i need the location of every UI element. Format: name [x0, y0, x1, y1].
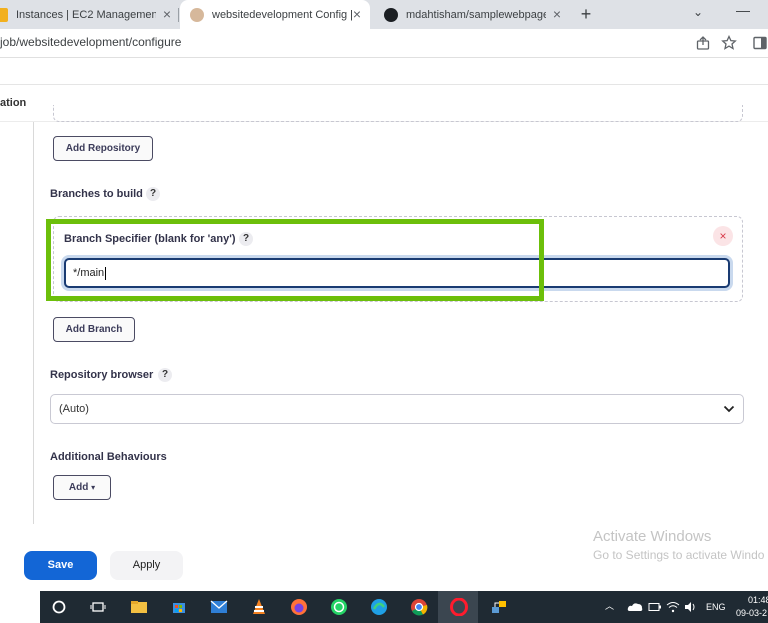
- help-icon[interactable]: ?: [146, 187, 160, 201]
- search-icon[interactable]: [48, 596, 70, 618]
- tab-title: mdahtisham/samplewebpage: [406, 8, 546, 21]
- network-app-icon[interactable]: [488, 596, 510, 618]
- additional-behaviours-label: Additional Behaviours: [50, 451, 167, 463]
- add-behaviour-button[interactable]: Add ▾: [53, 475, 111, 500]
- activate-windows-subtitle: Go to Settings to activate Windo: [593, 548, 765, 562]
- share-icon[interactable]: [695, 35, 711, 51]
- save-button[interactable]: Save: [24, 551, 97, 580]
- annotation-highlight-box: [46, 219, 544, 301]
- repository-browser-select[interactable]: (Auto): [50, 394, 744, 424]
- language-indicator[interactable]: ENG: [706, 602, 726, 612]
- tab-title: Instances | EC2 Management Co: [16, 8, 156, 21]
- tray-chevron-icon[interactable]: ︿: [605, 599, 614, 612]
- task-view-icon[interactable]: [87, 596, 109, 618]
- address-bar-url[interactable]: job/websitedevelopment/configure: [0, 35, 181, 49]
- tab-ec2-instances[interactable]: Instances | EC2 Management Co ×: [0, 0, 180, 29]
- remove-branch-icon[interactable]: ×: [713, 226, 733, 246]
- toolbar-divider: [0, 57, 768, 58]
- help-icon[interactable]: ?: [158, 368, 172, 382]
- activate-windows-title: Activate Windows: [593, 528, 712, 545]
- tab-github[interactable]: mdahtisham/samplewebpage ×: [374, 0, 570, 29]
- page-title: ation: [0, 97, 27, 109]
- github-icon: [384, 7, 398, 22]
- repository-browser-label: Repository browser: [50, 369, 154, 381]
- onedrive-icon[interactable]: [624, 596, 646, 618]
- section-rule: [33, 122, 34, 524]
- chevron-down-icon: [723, 405, 735, 413]
- repository-box-bottom: [53, 105, 743, 122]
- minimize-window-icon[interactable]: —: [736, 2, 750, 18]
- store-icon[interactable]: [168, 596, 190, 618]
- firefox-icon[interactable]: [288, 596, 310, 618]
- edge-icon[interactable]: [368, 596, 390, 618]
- volume-icon[interactable]: [680, 596, 702, 618]
- close-icon[interactable]: ×: [160, 7, 174, 21]
- windows-taskbar: ︿ ENG 01:48 09-03-2: [40, 591, 768, 623]
- tab-jenkins-config[interactable]: websitedevelopment Config [Jen ×: [180, 0, 370, 29]
- bookmark-star-icon[interactable]: [721, 35, 737, 51]
- clock-time[interactable]: 01:48: [748, 595, 768, 605]
- jenkins-icon: [190, 7, 204, 22]
- chevron-down-icon[interactable]: ⌄: [693, 5, 703, 19]
- clock-date[interactable]: 09-03-2: [736, 608, 767, 618]
- side-panel-icon[interactable]: [752, 35, 768, 51]
- branches-to-build-label: Branches to build: [50, 188, 143, 200]
- mail-icon[interactable]: [208, 596, 230, 618]
- file-explorer-icon[interactable]: [128, 596, 150, 618]
- browser-toolbar: job/websitedevelopment/configure: [0, 29, 768, 57]
- apply-button[interactable]: Apply: [110, 551, 183, 580]
- vlc-icon[interactable]: [248, 596, 270, 618]
- add-behaviour-label: Add: [68, 482, 89, 493]
- repository-browser-value: (Auto): [59, 403, 89, 415]
- opera-icon[interactable]: [448, 596, 470, 618]
- close-icon[interactable]: ×: [350, 7, 364, 21]
- chrome-icon[interactable]: [408, 596, 430, 618]
- whatsapp-icon[interactable]: [328, 596, 350, 618]
- close-icon[interactable]: ×: [550, 7, 564, 21]
- aws-folder-icon: [0, 7, 8, 22]
- tab-separator: [178, 8, 179, 22]
- new-tab-button[interactable]: +: [576, 4, 596, 24]
- tab-title: websitedevelopment Config [Jen: [212, 8, 352, 21]
- add-branch-button[interactable]: Add Branch: [53, 317, 135, 342]
- browser-tab-strip: Instances | EC2 Management Co × websited…: [0, 0, 768, 29]
- add-repository-button[interactable]: Add Repository: [53, 136, 153, 161]
- caret-down-icon: ▾: [91, 483, 96, 492]
